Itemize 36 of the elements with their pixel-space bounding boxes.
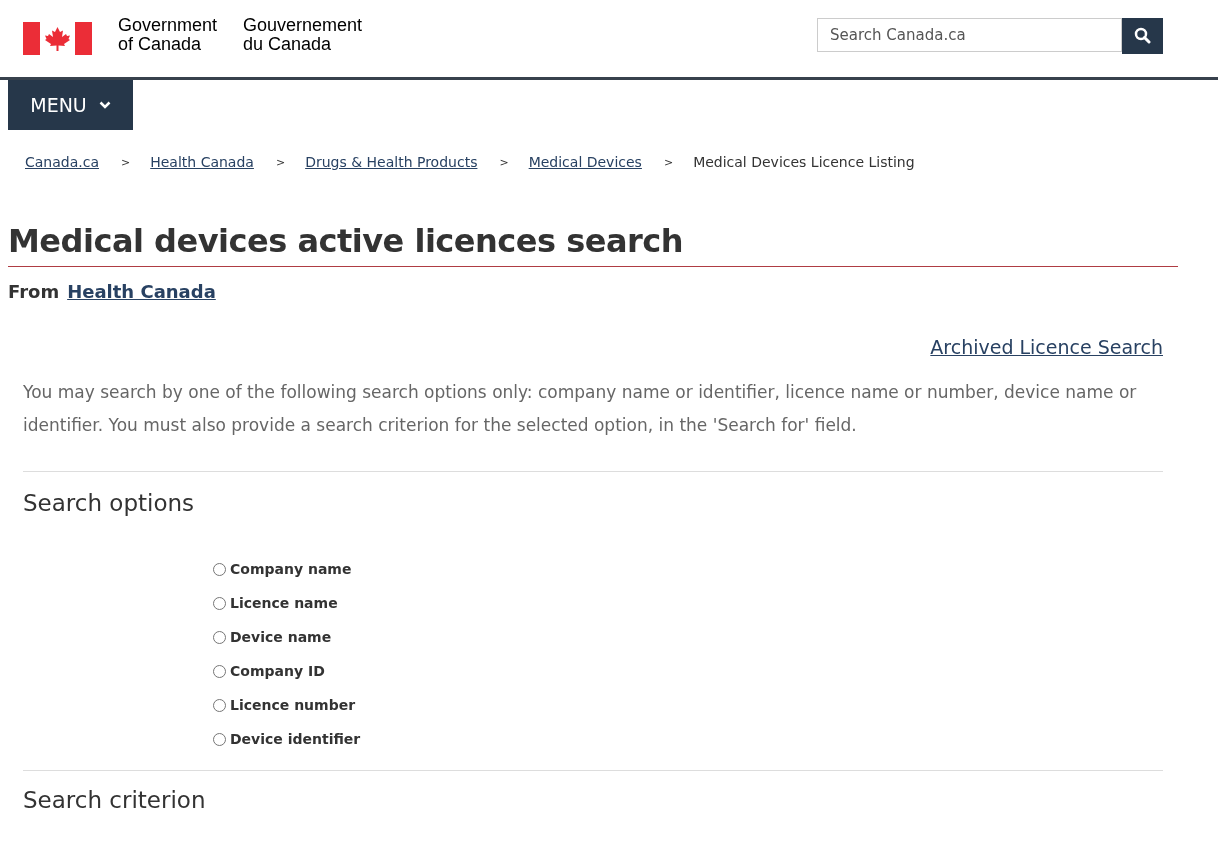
page-title: Medical devices active licences search [8, 222, 1178, 267]
radio-button[interactable] [213, 732, 226, 746]
intro-text: You may search by one of the following search options only: company name or identifier, licence name or number, device name or identifier. You must also provide a search criterion for the selected option, in the 'Search for' field. [23, 381, 1138, 437]
breadcrumb-link[interactable]: Medical Devices [528, 154, 642, 170]
radio-option[interactable]: Device name [213, 626, 1163, 648]
radio-button[interactable] [213, 562, 226, 576]
breadcrumb-separator: > [275, 155, 286, 169]
health-canada-link[interactable]: Health Canada [67, 281, 216, 302]
radio-button[interactable] [213, 630, 226, 644]
archived-licence-search-link[interactable]: Archived Licence Search [23, 336, 1163, 358]
radio-option[interactable]: Company name [213, 558, 1163, 580]
radio-button[interactable] [213, 596, 226, 610]
government-of-canada-wordmark: Government of Canada [118, 15, 218, 54]
chevron-down-icon [98, 101, 111, 109]
radio-option[interactable]: Licence number [213, 694, 1163, 716]
search-field[interactable]: Search Canada.ca [817, 17, 1122, 52]
radio-option[interactable]: Device identifier [213, 728, 1163, 750]
section-heading: Search criterion [23, 787, 207, 813]
breadcrumb-separator: > [121, 155, 131, 169]
breadcrumb-separator: > [663, 155, 674, 169]
search-button[interactable] [1122, 17, 1163, 54]
search-icon [1134, 27, 1151, 44]
radio-button[interactable] [213, 698, 226, 712]
section-heading: Search options [23, 490, 196, 516]
breadcrumb-link[interactable]: Health Canada [150, 154, 254, 170]
canada-flag-icon [23, 22, 92, 55]
from-label: From [8, 281, 60, 302]
radio-option[interactable]: Company ID [213, 660, 1163, 682]
radio-button[interactable] [213, 664, 226, 678]
breadcrumb-link[interactable]: Drugs & Health Products [305, 154, 478, 170]
menu-button[interactable]: MENU [8, 80, 133, 130]
breadcrumb-current: Medical Devices Licence Listing [693, 154, 915, 170]
breadcrumb-link[interactable]: Canada.ca [25, 154, 99, 170]
radio-option[interactable]: Licence name [213, 592, 1163, 614]
breadcrumb-separator: > [499, 155, 509, 169]
gouvernement-du-canada-wordmark: Gouvernement du Canada [243, 15, 363, 54]
